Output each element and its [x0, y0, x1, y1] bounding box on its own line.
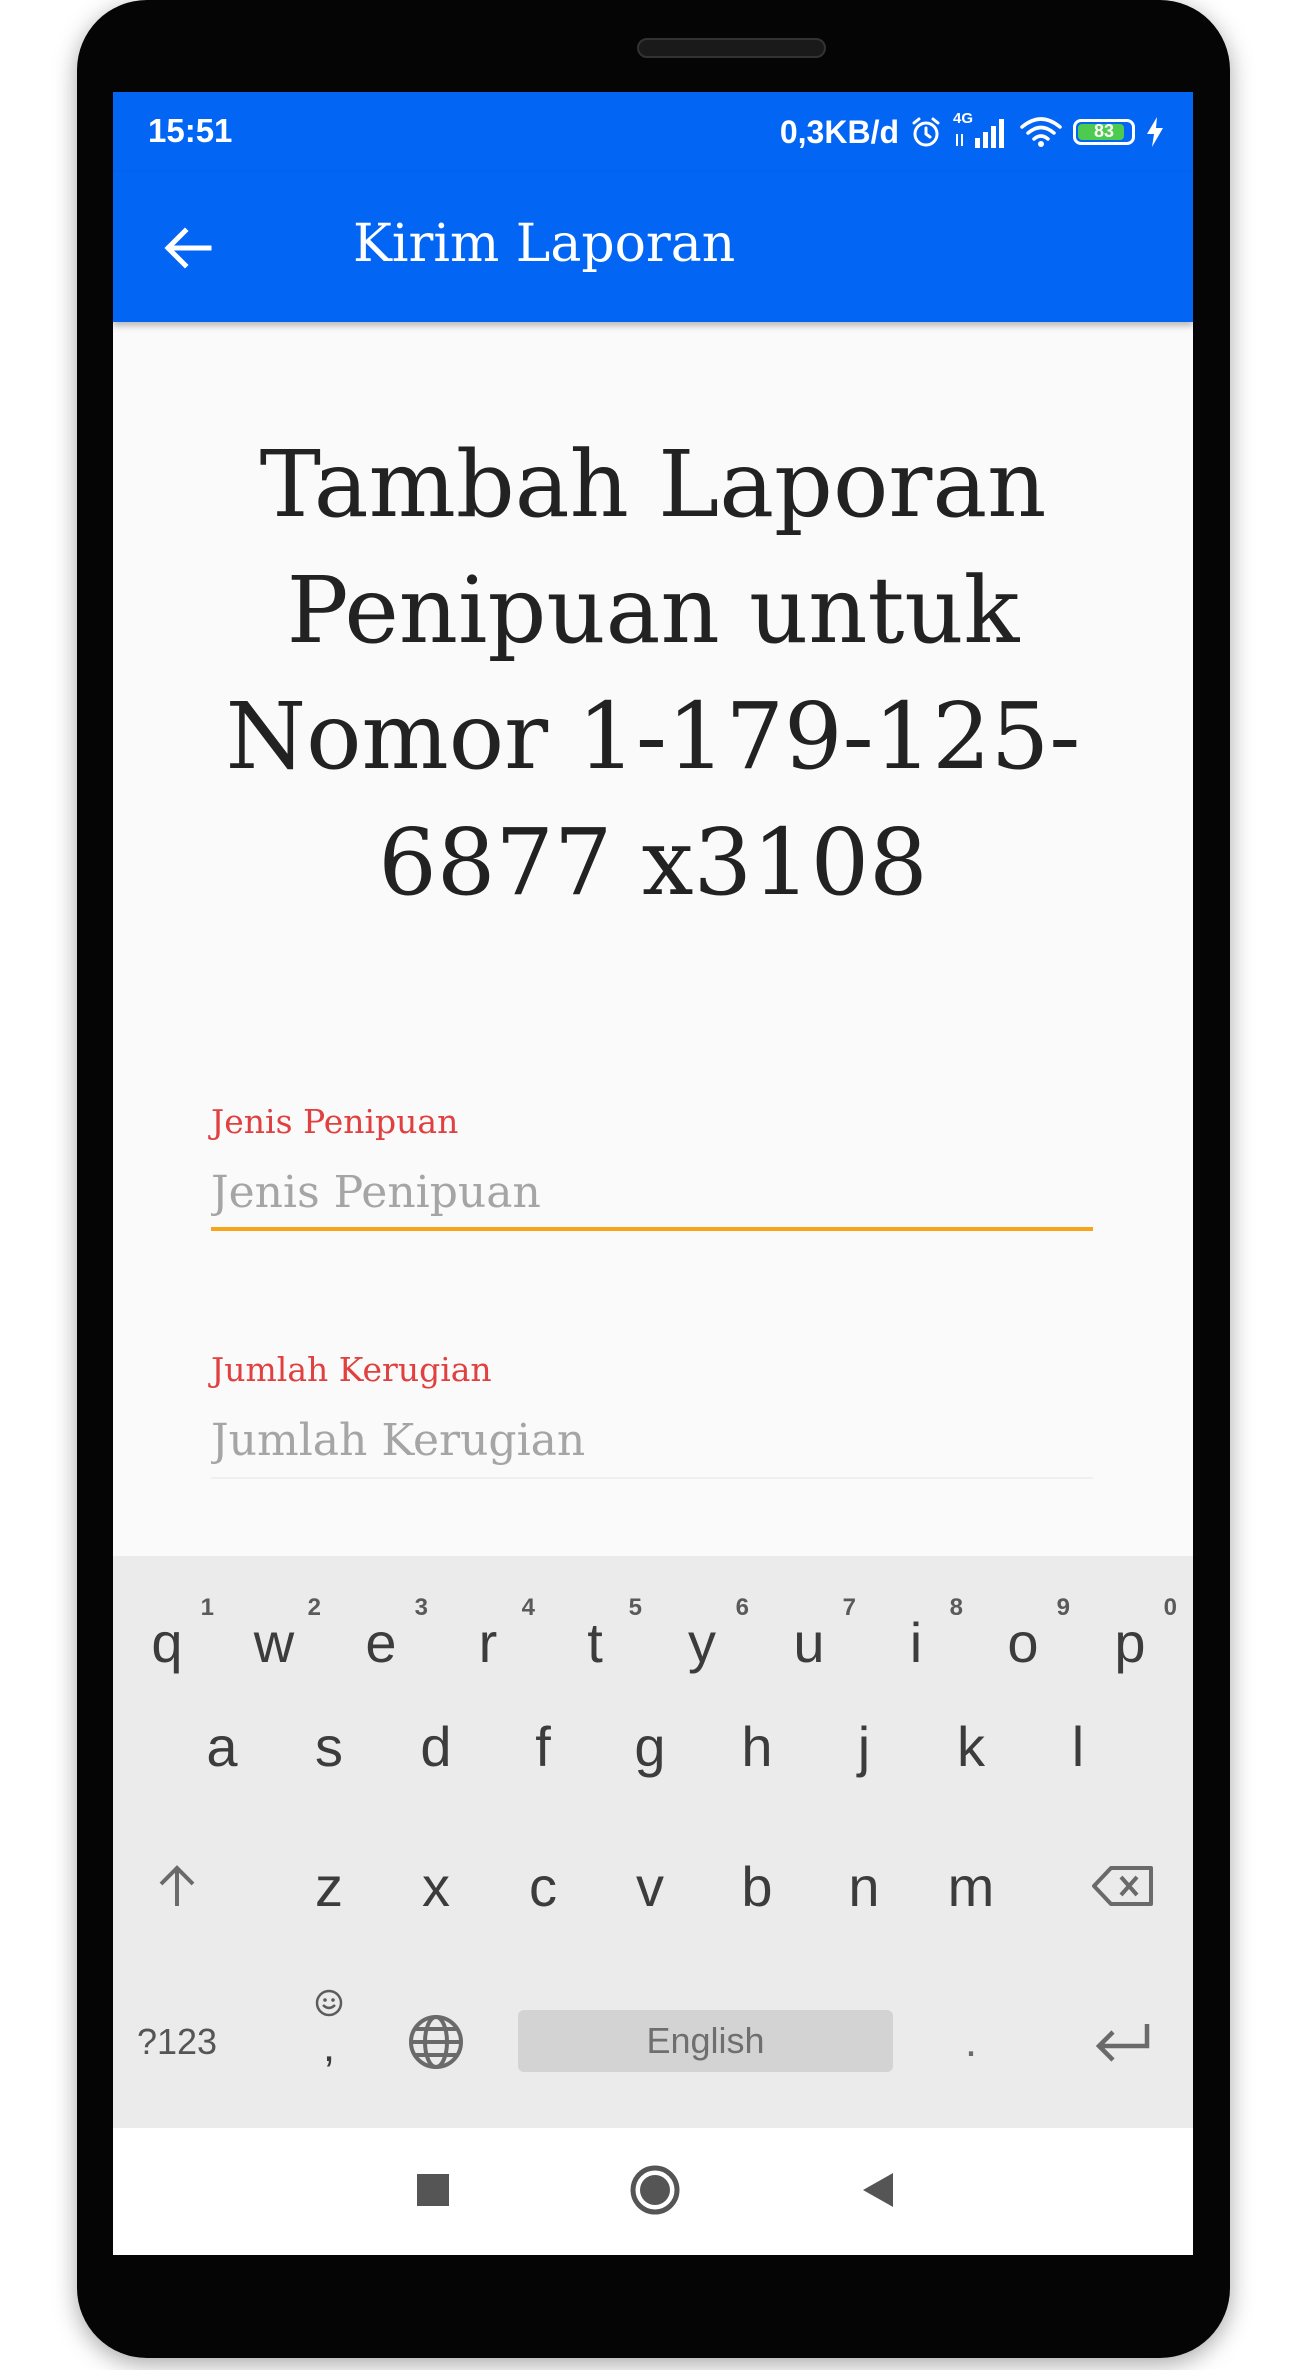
home-button[interactable] [623, 2158, 687, 2222]
period-key[interactable]: . [918, 1982, 1024, 2102]
signal-icon: 4G [953, 110, 1009, 150]
key-b[interactable]: b [704, 1826, 810, 1946]
key-h[interactable]: h [704, 1686, 810, 1806]
key-r[interactable]: 4r [435, 1582, 541, 1702]
shift-key[interactable] [117, 1826, 237, 1946]
key-f[interactable]: f [490, 1686, 596, 1806]
key-w[interactable]: 2w [221, 1582, 327, 1702]
charging-icon [1145, 116, 1165, 148]
key-j[interactable]: j [811, 1686, 917, 1806]
key-k[interactable]: k [918, 1686, 1024, 1806]
key-g[interactable]: g [597, 1686, 703, 1806]
key-z[interactable]: z [276, 1826, 382, 1946]
recents-button[interactable] [403, 2160, 463, 2220]
key-t[interactable]: 5t [542, 1582, 648, 1702]
status-time: 15:51 [148, 112, 233, 149]
fraud-type-input[interactable] [211, 1163, 1093, 1221]
battery-level-text: 83 [1093, 121, 1115, 141]
enter-icon [1095, 2024, 1150, 2062]
key-n[interactable]: n [811, 1826, 917, 1946]
key-q[interactable]: 1q [114, 1582, 220, 1702]
key-m[interactable]: m [918, 1826, 1024, 1946]
loss-amount-underline [211, 1477, 1093, 1479]
key-c[interactable]: c [490, 1826, 596, 1946]
globe-icon [409, 2015, 463, 2069]
backspace-icon [1092, 1866, 1153, 1906]
comma-key[interactable]: , [276, 1966, 382, 2086]
keyboard: 1q 2w 3e 4r 5t 6y 7u 8i 9o 0p a s d f g … [113, 1556, 1193, 2128]
alarm-icon [909, 115, 943, 149]
period-label: . [964, 2017, 978, 2066]
key-s[interactable]: s [276, 1686, 382, 1806]
key-o[interactable]: 9o [970, 1582, 1076, 1702]
network-speed: 0,3KB/d [779, 113, 899, 150]
fraud-type-label: Jenis Penipuan [211, 1102, 459, 1141]
navigation-bar [113, 2128, 1193, 2255]
backspace-key[interactable] [1063, 1826, 1183, 1946]
enter-key[interactable] [1063, 1982, 1183, 2102]
wifi-icon [1019, 115, 1063, 149]
status-bar: 15:51 0,3KB/d 4G 83 [113, 92, 1193, 172]
loss-amount-field: Jumlah Kerugian [211, 1350, 1093, 1479]
key-y[interactable]: 6y [649, 1582, 755, 1702]
key-i[interactable]: 8i [863, 1582, 969, 1702]
arrow-back-icon [164, 227, 212, 269]
key-v[interactable]: v [597, 1826, 703, 1946]
page-heading: Tambah Laporan Penipuan untuk Nomor 1-17… [225, 431, 1081, 916]
comma-label: , [322, 2022, 336, 2071]
symbols-label: ?123 [136, 2021, 218, 2062]
back-button[interactable] [153, 217, 223, 279]
key-a[interactable]: a [169, 1686, 275, 1806]
triangle-back-icon [863, 2173, 893, 2207]
space-key[interactable]: English [518, 2010, 893, 2072]
screen: 15:51 0,3KB/d 4G 83 Kirim Laporan Tambah… [113, 92, 1193, 2255]
square-icon [417, 2174, 449, 2206]
status-icons: 0,3KB/d 4G 83 [780, 110, 1165, 154]
key-l[interactable]: l [1025, 1686, 1131, 1806]
key-p[interactable]: 0p [1077, 1582, 1183, 1702]
language-key[interactable] [383, 1982, 489, 2102]
earpiece-speaker [637, 38, 826, 58]
battery-icon: 83 [1073, 119, 1135, 145]
system-back-button[interactable] [848, 2160, 908, 2220]
fraud-type-field: Jenis Penipuan [211, 1102, 1093, 1231]
key-u[interactable]: 7u [756, 1582, 862, 1702]
key-x[interactable]: x [383, 1826, 489, 1946]
fraud-type-underline [211, 1227, 1093, 1231]
key-e[interactable]: 3e [328, 1582, 434, 1702]
app-bar: Kirim Laporan [113, 172, 1193, 322]
loss-amount-label: Jumlah Kerugian [211, 1350, 492, 1389]
symbols-key[interactable]: ?123 [117, 1982, 237, 2102]
emoji-icon [315, 1989, 343, 2017]
shift-arrow-icon [159, 1865, 195, 1906]
key-d[interactable]: d [383, 1686, 489, 1806]
home-circle-icon [630, 2165, 680, 2215]
app-bar-title: Kirim Laporan [353, 214, 736, 274]
loss-amount-input[interactable] [211, 1411, 1093, 1469]
